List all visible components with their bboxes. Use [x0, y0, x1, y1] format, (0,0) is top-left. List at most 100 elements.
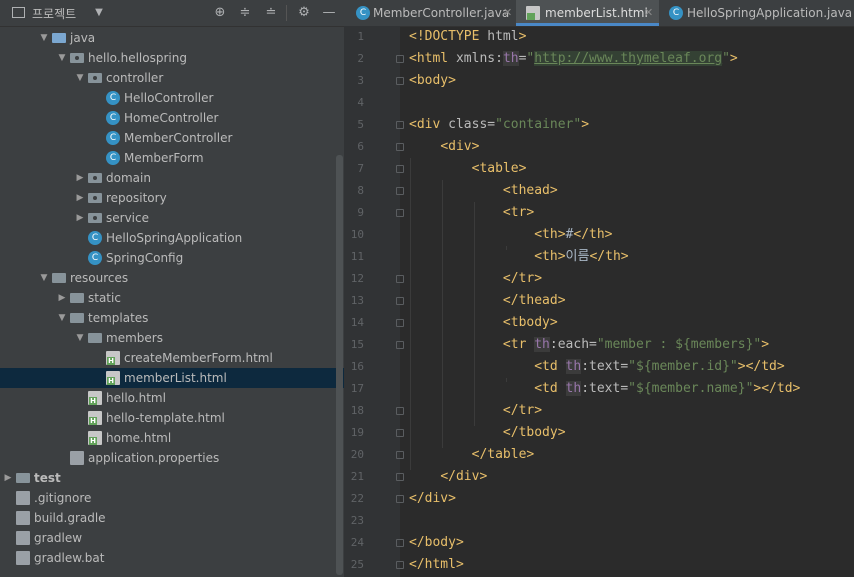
code-line[interactable]: <tbody>	[409, 312, 558, 334]
code-line[interactable]: <thead>	[409, 180, 558, 202]
fold-marker-icon[interactable]	[396, 319, 404, 327]
code-line[interactable]: </tr>	[409, 400, 542, 422]
fold-marker-icon[interactable]	[396, 451, 404, 459]
tree-item[interactable]: ▶ static	[0, 288, 344, 308]
chevron-down-icon[interactable]: ▼	[90, 4, 108, 22]
fold-marker-icon[interactable]	[396, 297, 404, 305]
tree-item[interactable]: memberList.html	[0, 368, 344, 388]
fold-marker-icon[interactable]	[396, 55, 404, 63]
tree-item[interactable]: ▼ controller	[0, 68, 344, 88]
code-line[interactable]: </thead>	[409, 290, 566, 312]
code-line[interactable]: </div>	[409, 488, 456, 510]
line-number: 9	[357, 206, 364, 219]
tree-item[interactable]: hello-template.html	[0, 408, 344, 428]
tree-item[interactable]: C SpringConfig	[0, 248, 344, 268]
line-number: 20	[350, 448, 364, 461]
chevron-down-icon[interactable]: ▼	[56, 308, 68, 328]
tree-item[interactable]: build.gradle	[0, 508, 344, 528]
chevron-down-icon[interactable]: ▼	[74, 328, 86, 348]
fold-marker-icon[interactable]	[396, 561, 404, 569]
minimize-icon[interactable]: —	[320, 4, 338, 22]
tree-item[interactable]: ▼ hello.hellospring	[0, 48, 344, 68]
tree-item[interactable]: ▼ members	[0, 328, 344, 348]
locate-icon[interactable]: ⊕	[211, 4, 229, 22]
code-line[interactable]: <div>	[409, 136, 479, 158]
tree-item[interactable]: application.properties	[0, 448, 344, 468]
fold-marker-icon[interactable]	[396, 275, 404, 283]
fold-marker-icon[interactable]	[396, 187, 404, 195]
code-line[interactable]: </html>	[409, 554, 464, 576]
tab-membercontroller[interactable]: C MemberController.java ✕	[344, 0, 516, 26]
tree-item[interactable]: .gitignore	[0, 488, 344, 508]
file-icon	[16, 551, 30, 565]
tree-item[interactable]: ▶ domain	[0, 168, 344, 188]
tree-item[interactable]: C HelloController	[0, 88, 344, 108]
fold-marker-icon[interactable]	[396, 495, 404, 503]
tab-hellospringapplication[interactable]: C HelloSpringApplication.java	[659, 0, 854, 26]
code-line[interactable]: </body>	[409, 532, 464, 554]
tree-item[interactable]: ▶ service	[0, 208, 344, 228]
code-line[interactable]: <td th:text="${member.id}"></td>	[409, 356, 785, 378]
code-line[interactable]: <html xmlns:th="http://www.thymeleaf.org…	[409, 48, 738, 70]
chevron-right-icon[interactable]: ▶	[74, 168, 86, 188]
project-window-icon[interactable]	[12, 7, 25, 18]
fold-marker-icon[interactable]	[396, 143, 404, 151]
code-line[interactable]: <tr th:each="member : ${members}">	[409, 334, 769, 356]
tree-item[interactable]: home.html	[0, 428, 344, 448]
tree-item[interactable]: createMemberForm.html	[0, 348, 344, 368]
tree-item[interactable]: C MemberForm	[0, 148, 344, 168]
code-line[interactable]: <th>#</th>	[409, 224, 612, 246]
tree-item[interactable]: ▼ templates	[0, 308, 344, 328]
code-line[interactable]: <tr>	[409, 202, 534, 224]
chevron-right-icon[interactable]: ▶	[74, 208, 86, 228]
code-line[interactable]: <div class="container">	[409, 114, 589, 136]
tree-item[interactable]: C MemberController	[0, 128, 344, 148]
fold-marker-icon[interactable]	[396, 539, 404, 547]
code-line[interactable]: </tr>	[409, 268, 542, 290]
close-icon[interactable]: ✕	[644, 0, 653, 26]
tree-item[interactable]: ▶ repository	[0, 188, 344, 208]
tree-item[interactable]: ▼ java	[0, 28, 344, 48]
fold-marker-icon[interactable]	[396, 407, 404, 415]
expand-all-icon[interactable]: ≑	[236, 4, 254, 22]
chevron-down-icon[interactable]: ▼	[74, 68, 86, 88]
tree-item[interactable]: C HomeController	[0, 108, 344, 128]
code-line[interactable]: <td th:text="${member.name}"></td>	[409, 378, 800, 400]
fold-marker-icon[interactable]	[396, 77, 404, 85]
tree-item[interactable]: gradlew	[0, 528, 344, 548]
tree-item[interactable]: ▶ test	[0, 468, 344, 488]
chevron-down-icon[interactable]: ▼	[38, 28, 50, 48]
class-icon: C	[106, 151, 120, 165]
code-line[interactable]: <body>	[409, 70, 456, 92]
code-line[interactable]: <table>	[409, 158, 527, 180]
chevron-down-icon[interactable]: ▼	[56, 48, 68, 68]
close-icon[interactable]: ✕	[503, 0, 512, 26]
chevron-right-icon[interactable]: ▶	[56, 288, 68, 308]
tab-label: HelloSpringApplication.java	[687, 6, 853, 20]
fold-marker-icon[interactable]	[396, 121, 404, 129]
fold-marker-icon[interactable]	[396, 473, 404, 481]
line-number: 18	[350, 404, 364, 417]
tree-item[interactable]: hello.html	[0, 388, 344, 408]
fold-marker-icon[interactable]	[396, 165, 404, 173]
code-line[interactable]: </div>	[409, 466, 487, 488]
code-line[interactable]: <th>이름</th>	[409, 246, 628, 268]
fold-marker-icon[interactable]	[396, 341, 404, 349]
fold-marker-icon[interactable]	[396, 209, 404, 217]
chevron-right-icon[interactable]: ▶	[74, 188, 86, 208]
line-number: 6	[357, 140, 364, 153]
tree-item[interactable]: C HelloSpringApplication	[0, 228, 344, 248]
project-scrollbar[interactable]	[336, 155, 343, 575]
tree-item[interactable]: ▼ resources	[0, 268, 344, 288]
chevron-right-icon[interactable]: ▶	[2, 468, 14, 488]
project-panel-title[interactable]: 프로젝트	[32, 5, 76, 22]
collapse-all-icon[interactable]: ≐	[262, 4, 280, 22]
code-line[interactable]: </table>	[409, 444, 535, 466]
code-line[interactable]: <!DOCTYPE html>	[409, 26, 526, 48]
tab-memberlist[interactable]: memberList.html ✕	[516, 0, 659, 26]
fold-marker-icon[interactable]	[396, 429, 404, 437]
code-line[interactable]: </tbody>	[409, 422, 566, 444]
chevron-down-icon[interactable]: ▼	[38, 268, 50, 288]
gear-icon[interactable]: ⚙	[295, 4, 313, 22]
tree-item[interactable]: gradlew.bat	[0, 548, 344, 568]
